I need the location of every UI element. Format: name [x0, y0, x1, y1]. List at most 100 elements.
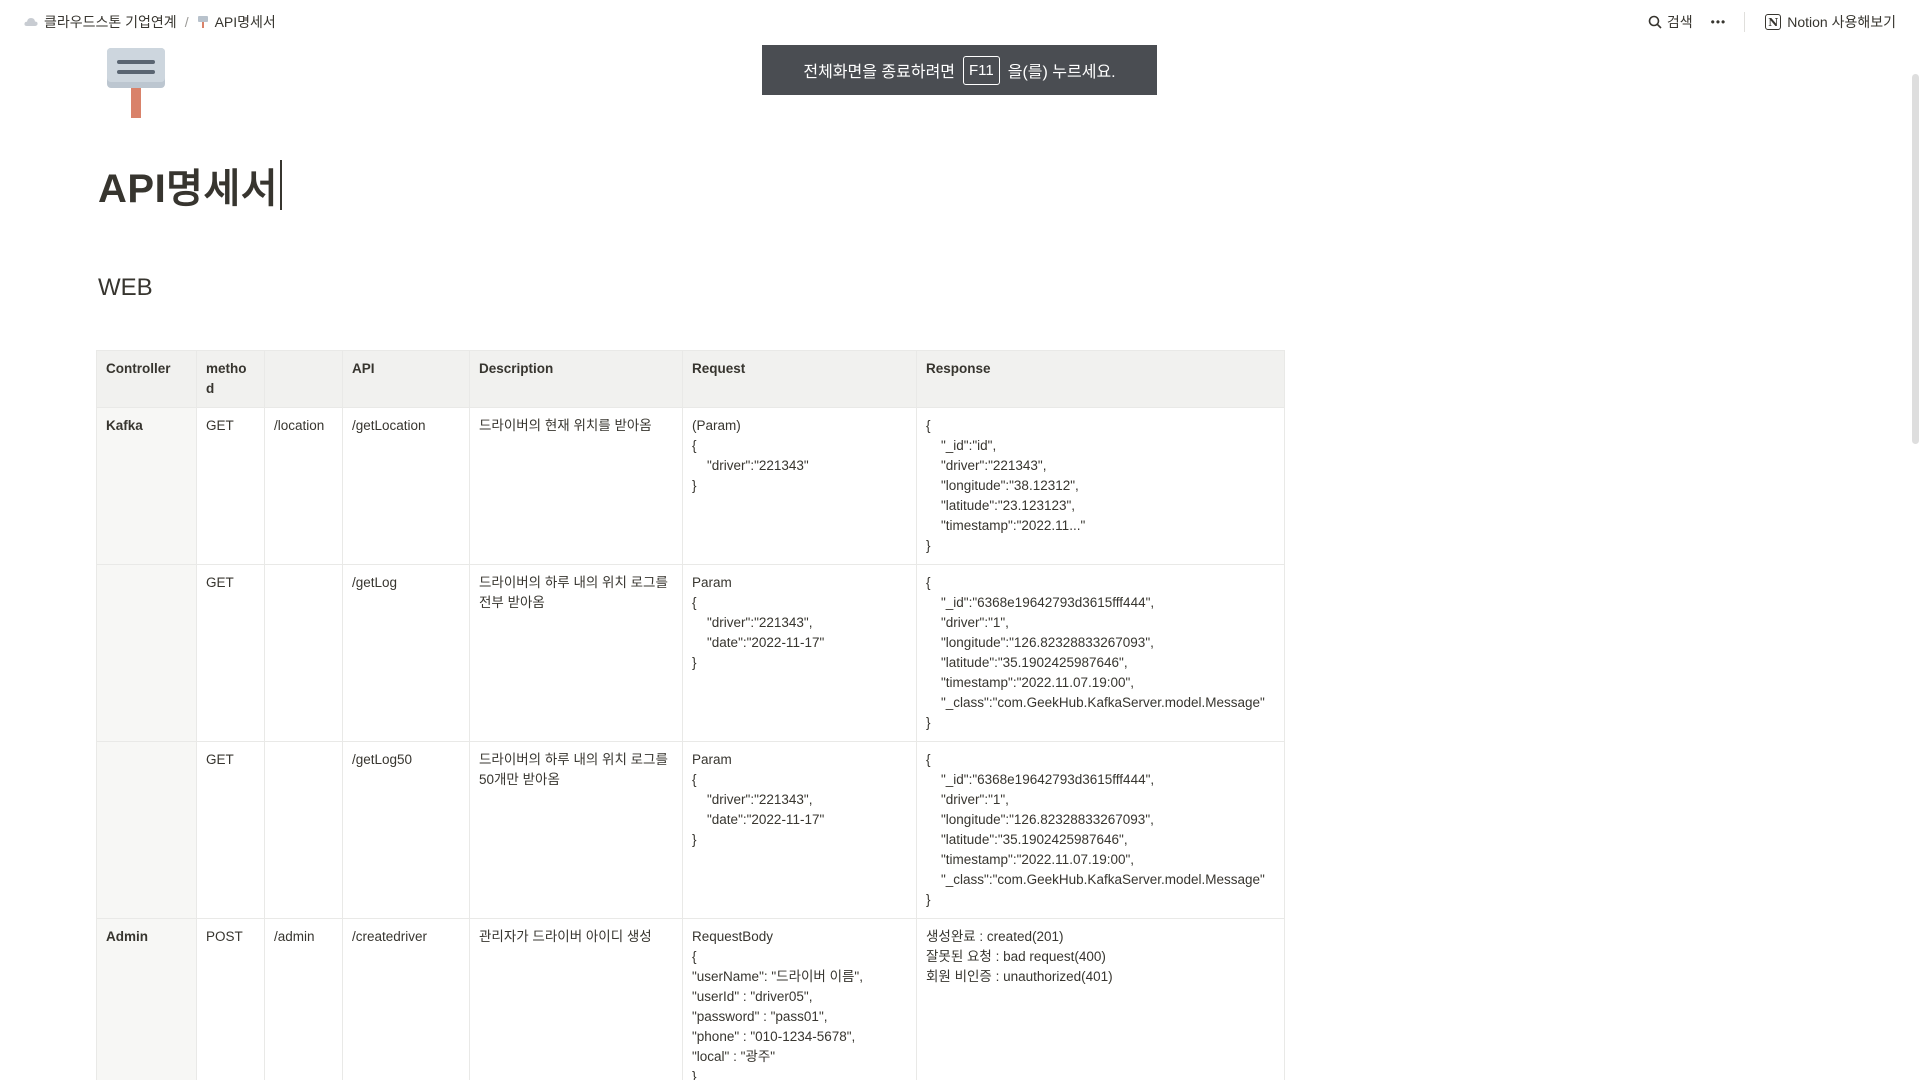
api-cell[interactable]: /getLog50 — [342, 741, 470, 919]
response-line: "timestamp":"2022.11.07.19:00", — [926, 675, 1135, 690]
api-cell[interactable]: /createdriver — [342, 918, 470, 1080]
request-line: "date":"2022-11-17" — [692, 635, 825, 650]
scroll-thumb[interactable] — [1912, 74, 1919, 444]
request-line: { — [692, 595, 697, 610]
request-line: "userId" : "driver05", — [692, 989, 813, 1004]
top-bar: 클라우드스톤 기업연계 / API명세서 검색 ••• N Notion 사용해… — [0, 0, 1920, 44]
page-title[interactable]: API명세서 — [98, 156, 283, 214]
try-notion-label: Notion 사용해보기 — [1787, 14, 1896, 30]
response-line: } — [926, 715, 931, 730]
response-line: "_id":"id", — [926, 438, 997, 453]
page-icon-signpost[interactable] — [106, 46, 166, 118]
scrollbar[interactable] — [1911, 44, 1920, 1080]
toast-suffix: 을(를) 누르세요. — [1007, 64, 1116, 81]
request-line: } — [692, 655, 697, 670]
controller-cell[interactable] — [96, 564, 197, 742]
request-line: (Param) — [692, 418, 741, 433]
request-line: Param — [692, 752, 732, 767]
method-cell[interactable]: POST — [196, 918, 265, 1080]
request-cell[interactable]: Param { "driver":"221343", "date":"2022-1… — [682, 564, 917, 742]
try-notion-button[interactable]: N Notion 사용해보기 — [1759, 9, 1902, 35]
request-line: } — [692, 478, 697, 493]
description-cell[interactable]: 드라이버의 하루 내의 위치 로그를 전부 받아옴 — [469, 564, 683, 742]
section-heading-web[interactable]: WEB — [98, 274, 153, 302]
request-line: "date":"2022-11-17" — [692, 812, 825, 827]
response-line: 생성완료 : created(201) — [926, 929, 1064, 944]
table-row: Admin POST/admin/createdriver 관리자가 드라이버 아이… — [96, 918, 1285, 1080]
path-cell[interactable] — [264, 741, 343, 919]
response-line: "longitude":"126.82328833267093", — [926, 635, 1154, 650]
search-button[interactable]: 검색 — [1642, 9, 1699, 35]
request-line: "driver":"221343", — [692, 792, 813, 807]
signpost-icon — [197, 15, 209, 29]
description-cell[interactable]: 드라이버의 하루 내의 위치 로그를 50개만 받아옴 — [469, 741, 683, 919]
fullscreen-toast: 전체화면을 종료하려면 F11 을(를) 누르세요. — [762, 45, 1157, 95]
description-cell[interactable]: 드라이버의 현재 위치를 받아옴 — [469, 407, 683, 565]
response-line: 잘못된 요청 : bad request(400) — [926, 949, 1106, 964]
request-line: RequestBody — [692, 929, 774, 944]
response-line: "driver":"1", — [926, 792, 1009, 807]
response-cell[interactable]: { "_id":"6368e19642793d3615fff444", "dri… — [916, 564, 1285, 742]
response-line: 회원 비인증 : unauthorized(401) — [926, 969, 1113, 984]
response-line: "latitude":"35.1902425987646", — [926, 655, 1128, 670]
toolbar-divider — [1744, 12, 1746, 32]
api-cell[interactable]: /getLocation — [342, 407, 470, 565]
page-title-text: API명세서 — [98, 167, 279, 211]
request-cell[interactable]: (Param) { "driver":"221343"} — [682, 407, 917, 565]
notion-logo-icon: N — [1765, 14, 1782, 30]
controller-cell[interactable]: Kafka — [96, 407, 197, 565]
column-header[interactable]: Request — [682, 350, 917, 408]
breadcrumb-workspace-label: 클라우드스톤 기업연계 — [44, 14, 177, 30]
column-header[interactable]: Description — [469, 350, 683, 408]
more-icon: ••• — [1710, 15, 1727, 29]
description-cell[interactable]: 관리자가 드라이버 아이디 생성 — [469, 918, 683, 1080]
table-row: GET/getLog50 드라이버의 하루 내의 위치 로그를 50개만 받아옴 P… — [96, 741, 1285, 919]
response-line: "_id":"6368e19642793d3615fff444", — [926, 595, 1155, 610]
path-cell[interactable] — [264, 564, 343, 742]
search-label: 검색 — [1666, 14, 1693, 30]
column-header[interactable]: Response — [916, 350, 1285, 408]
response-cell[interactable]: { "_id":"6368e19642793d3615fff444", "dri… — [916, 741, 1285, 919]
request-line: "password" : "pass01", — [692, 1009, 828, 1024]
response-line: "longitude":"38.12312", — [926, 478, 1079, 493]
response-line: "longitude":"126.82328833267093", — [926, 812, 1154, 827]
method-cell[interactable]: GET — [196, 407, 265, 565]
request-line: } — [692, 832, 697, 847]
response-line: "_id":"6368e19642793d3615fff444", — [926, 772, 1155, 787]
path-cell[interactable]: /location — [264, 407, 343, 565]
toast-key: F11 — [963, 55, 1000, 85]
column-header[interactable]: Controller — [96, 350, 197, 408]
request-cell[interactable]: Param { "driver":"221343", "date":"2022-1… — [682, 741, 917, 919]
api-table: Controller metho d API Description Reque… — [96, 350, 1285, 1080]
more-button[interactable]: ••• — [1705, 12, 1733, 32]
breadcrumb-separator: / — [184, 14, 189, 30]
column-header[interactable] — [264, 350, 343, 408]
breadcrumb-page[interactable]: API명세서 — [193, 10, 280, 34]
controller-cell[interactable] — [96, 741, 197, 919]
method-cell[interactable]: GET — [196, 564, 265, 742]
request-cell[interactable]: RequestBody {"userName": "드라이버 이름", "userI… — [682, 918, 917, 1080]
method-cell[interactable]: GET — [196, 741, 265, 919]
controller-cell[interactable]: Admin — [96, 918, 197, 1080]
api-cell[interactable]: /getLog — [342, 564, 470, 742]
search-icon — [1648, 15, 1662, 29]
path-cell[interactable]: /admin — [264, 918, 343, 1080]
response-line: { — [926, 418, 931, 433]
response-line: { — [926, 752, 931, 767]
column-header[interactable]: API — [342, 350, 470, 408]
table-row: Kafka GET/location/getLocation 드라이버의 현재 위치… — [96, 407, 1285, 565]
response-cell[interactable]: { "_id":"id", "driver":"221343", "longit… — [916, 407, 1285, 565]
response-line: "_class":"com.GeekHub.KafkaServer.model.… — [926, 872, 1265, 887]
request-line: } — [692, 1069, 697, 1080]
column-header[interactable]: metho d — [196, 350, 265, 408]
breadcrumb-page-label: API명세서 — [214, 14, 276, 30]
response-line: "driver":"221343", — [926, 458, 1047, 473]
response-cell[interactable]: 생성완료 : created(201) 잘못된 요청 : bad request(… — [916, 918, 1285, 1080]
response-line: } — [926, 892, 931, 907]
response-line: "_class":"com.GeekHub.KafkaServer.model.… — [926, 695, 1265, 710]
request-line: "driver":"221343", — [692, 615, 813, 630]
breadcrumb-workspace[interactable]: 클라우드스톤 기업연계 — [20, 10, 181, 34]
response-line: "timestamp":"2022.11.07.19:00", — [926, 852, 1135, 867]
response-line: "driver":"1", — [926, 615, 1009, 630]
request-line: { — [692, 772, 697, 787]
